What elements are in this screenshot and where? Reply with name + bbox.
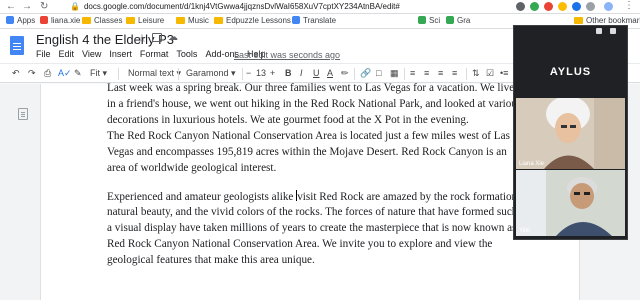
more-menu-icon[interactable]: ⋮ [624,0,634,11]
menu-tools[interactable]: Tools [176,49,197,59]
paint-format-icon[interactable]: ✎ [74,68,82,79]
star-icon[interactable]: ☆ [137,32,147,45]
browser-address-bar: ← → ↻ 🔒 docs.google.com/document/d/1knj4V… [0,0,640,14]
text-color-button[interactable]: A [327,68,333,78]
paragraph-line: in a friend's house, we went out hiking … [107,98,522,110]
bookmark-other[interactable]: Other bookmarks [574,16,640,25]
participant-video [516,98,625,169]
menu-insert[interactable]: Insert [109,49,132,59]
checklist-icon[interactable]: ☑ [486,68,494,79]
forward-icon[interactable]: → [22,1,32,12]
maximize-icon[interactable] [610,28,616,34]
folder-icon [176,17,185,24]
bookmark-folder-edpuzzle[interactable]: Edpuzzle Lessons [214,16,291,25]
participant-video-tile[interactable]: Liana Xie [516,98,625,169]
paragraph-line: area of worldwide geological interest. [107,162,277,174]
folder-icon [82,17,91,24]
url-text: docs.google.com/document/d/1knj4VtGwwa4j… [83,2,400,11]
redo-icon[interactable]: ↷ [28,68,36,79]
back-icon[interactable]: ← [6,1,16,12]
bookmark-favicon [418,16,426,24]
menu-format[interactable]: Format [140,49,169,59]
insert-image-icon[interactable]: ▦ [390,68,399,79]
extension-icon[interactable] [558,2,567,11]
extension-icon[interactable] [572,2,581,11]
cloud-status-icon[interactable]: ☁ [168,32,178,43]
paragraph-line-with-cursor: Experienced and amateur geologists alike… [107,190,524,203]
align-right-icon[interactable]: ≡ [438,68,443,78]
menu-view[interactable]: View [82,49,101,59]
pip-icon[interactable] [596,28,602,34]
extension-icon[interactable] [544,2,553,11]
meeting-room-name: AYLUS [549,66,592,78]
extension-icon[interactable] [586,2,595,11]
bookmark-folder-leisure[interactable]: Leisure [126,16,164,25]
document-outline-icon[interactable] [18,108,28,120]
align-left-icon[interactable]: ≡ [410,68,415,78]
participant-video-tile[interactable]: Yiiki [516,170,625,236]
document-page[interactable]: Last week was a spring break. Our three … [40,82,580,300]
paragraph-line: natural beauty, and the vivid colors of … [107,206,518,218]
bookmark-favicon [446,16,454,24]
bookmark-apps[interactable]: Apps [6,16,35,25]
profile-avatar[interactable] [604,2,613,11]
underline-button[interactable]: U [313,68,320,78]
paragraph-line: geological features that make this area … [107,254,315,266]
participant-name: Yiiki [519,228,530,234]
reload-icon[interactable]: ↻ [40,1,48,12]
paragraph-line: Red Rock Canyon National Conservation Ar… [107,238,493,250]
video-call-panel[interactable]: AYLUS Liana Xie Yiiki [513,25,628,240]
highlight-icon[interactable]: ✏ [341,68,349,79]
participant-name: Liana Xie [519,161,545,167]
align-center-icon[interactable]: ≡ [424,68,429,78]
bookmark-folder-music[interactable]: Music [176,16,209,25]
zoom-select[interactable]: Fit ▾ [90,68,107,79]
font-select[interactable]: Garamond ▾ [186,68,236,79]
increase-font-size-icon[interactable]: + [270,68,275,78]
style-select[interactable]: Normal text ▾ [128,68,181,79]
apps-icon [6,16,14,24]
bold-button[interactable]: B [285,68,292,78]
insert-link-icon[interactable]: 🔗 [360,68,371,79]
translate-icon [292,16,300,24]
bookmark-translate[interactable]: Translate [292,16,336,25]
folder-icon [126,17,135,24]
paragraph-line: a visual display have taken millions of … [107,222,517,234]
italic-button[interactable]: I [300,68,303,78]
justify-icon[interactable]: ≡ [452,68,457,78]
move-folder-icon[interactable] [152,33,162,42]
paragraph-line: Vegas and encompasses 195,819 acres with… [107,146,507,158]
paragraph-line: Last week was a spring break. Our three … [107,82,520,94]
bookmark-sci[interactable]: Sci [418,16,440,25]
google-docs-icon[interactable] [10,36,24,55]
decrease-font-size-icon[interactable]: − [246,68,251,78]
panel-titlebar [514,26,627,38]
undo-icon[interactable]: ↶ [12,68,20,79]
account-icon [40,16,48,24]
bookmark-folder-classes[interactable]: Classes [82,16,122,25]
bookmark-liana[interactable]: liana.xie [40,16,80,25]
bookmark-gra[interactable]: Gra [446,16,470,25]
bulleted-list-icon[interactable]: •≡ [500,68,508,78]
line-suffix: visit Red Rock are amazed by the rock fo… [297,191,525,203]
paragraph-line: decorations in luxurious hotels. We ate … [107,114,469,126]
menu-edit[interactable]: Edit [59,49,75,59]
participant-video [516,170,625,236]
add-comment-icon[interactable]: □ [376,68,381,78]
lock-icon: 🔒 [70,2,80,11]
menu-file[interactable]: File [36,49,51,59]
font-size-field[interactable]: 13 [256,68,266,78]
folder-icon [214,17,223,24]
spellcheck-icon[interactable]: A✓ [58,68,72,79]
url-field[interactable]: 🔒 docs.google.com/document/d/1knj4VtGwwa4… [70,2,400,11]
paragraph-line: The Red Rock Canyon National Conservatio… [107,130,510,142]
line-spacing-icon[interactable]: ⇅ [472,68,480,79]
extension-icon[interactable] [530,2,539,11]
folder-icon [574,17,583,24]
last-edit-link[interactable]: Last edit was seconds ago [234,50,340,60]
line-prefix: Experienced and amateur geologists alike [107,191,297,203]
extension-icon[interactable] [516,2,525,11]
print-icon[interactable]: ⎙ [44,68,51,79]
